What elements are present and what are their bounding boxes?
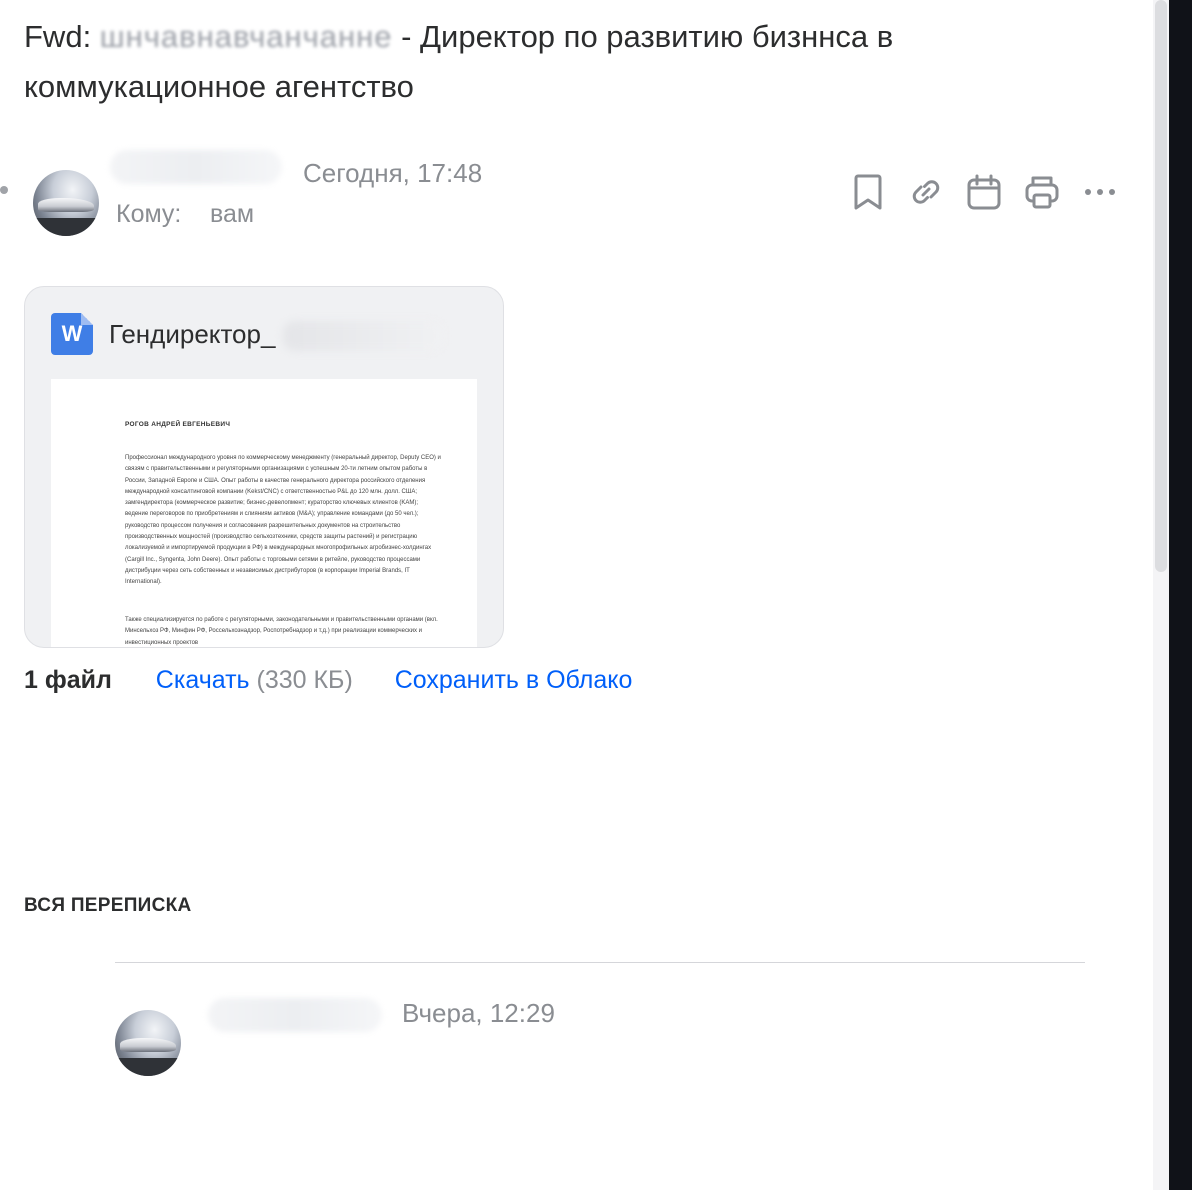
copy-link-button[interactable] — [904, 170, 948, 214]
message-toolbar — [846, 170, 1116, 214]
bookmark-icon — [854, 174, 882, 210]
message-date: Сегодня, 17:48 — [303, 158, 483, 188]
sender-name-redacted[interactable] — [110, 150, 282, 184]
avatar-car — [38, 197, 94, 213]
thread-sender-name-redacted[interactable] — [208, 998, 382, 1032]
files-count: 1 файл — [24, 666, 112, 694]
save-to-cloud-link[interactable]: Сохранить в Облако — [395, 666, 633, 694]
print-button[interactable] — [1020, 170, 1064, 214]
recipient-value[interactable]: вам — [210, 200, 254, 229]
link-icon — [912, 180, 940, 204]
avatar-car — [120, 1037, 176, 1053]
attachment-file-name[interactable]: Гендиректор_ — [109, 319, 275, 350]
thread-sender-avatar[interactable] — [115, 1010, 181, 1076]
bookmark-button[interactable] — [846, 170, 890, 214]
avatar-ground — [33, 217, 99, 236]
recipient-label: Кому: — [116, 200, 182, 228]
preview-title: РОГОВ АНДРЕЙ ЕВГЕНЬЕВИЧ — [125, 421, 231, 428]
thread-heading: ВСЯ ПЕРЕПИСКА — [24, 895, 192, 916]
window-edge — [1169, 0, 1192, 1190]
subject-prefix: Fwd: — [24, 19, 100, 54]
word-document-icon: W — [51, 313, 93, 355]
download-link[interactable]: Скачать — [156, 666, 250, 694]
unread-indicator[interactable] — [0, 186, 8, 194]
preview-paragraph-2: Также специализируется по работе с регул… — [125, 617, 438, 646]
scrollbar-thumb[interactable] — [1155, 0, 1167, 572]
print-icon — [1025, 176, 1059, 209]
calendar-button[interactable] — [962, 170, 1006, 214]
subject-redacted-name: шнчавнавчанчанне — [99, 19, 393, 54]
thread-divider — [115, 962, 1085, 963]
attachment-preview[interactable]: РОГОВ АНДРЕЙ ЕВГЕНЬЕВИЧ Профессионал меж… — [51, 379, 477, 647]
attachments-actions: 1 файл Скачать (330 КБ) Сохранить в Обла… — [24, 666, 632, 695]
attachment-name-redacted — [283, 321, 443, 351]
avatar-ground — [115, 1057, 181, 1076]
word-icon-letter: W — [61, 321, 83, 346]
calendar-icon — [967, 174, 1001, 210]
preview-paragraph-1: Профессионал международного уровня по ко… — [125, 455, 441, 586]
attachment-card[interactable]: W Гендиректор_ РОГОВ АНДРЕЙ ЕВГЕНЬЕВИЧ П… — [24, 286, 504, 648]
thread-message-date: Вчера, 12:29 — [402, 998, 555, 1028]
email-subject: Fwd: шнчавнавчанчанне - Директор по разв… — [24, 12, 1064, 112]
more-icon — [1085, 189, 1115, 195]
more-button[interactable] — [1078, 170, 1122, 214]
download-size: (330 КБ) — [249, 666, 353, 694]
sender-avatar[interactable] — [33, 170, 99, 236]
